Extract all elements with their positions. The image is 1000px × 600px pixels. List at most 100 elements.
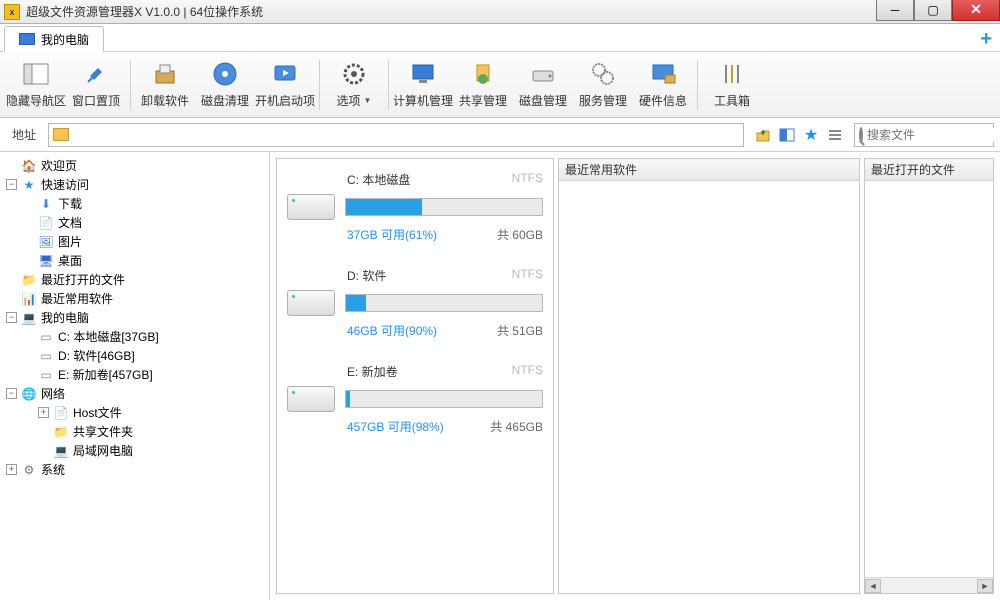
drive-total: 共 60GB xyxy=(497,226,543,243)
tree-quick-access[interactable]: −★快速访问 xyxy=(2,175,267,194)
drive-icon xyxy=(287,386,335,412)
tree-shares[interactable]: 📁共享文件夹 xyxy=(2,422,267,441)
folder-icon xyxy=(53,128,69,141)
app-icon: x xyxy=(4,4,20,20)
pin-window-button[interactable]: 窗口置顶 xyxy=(66,55,126,115)
drive-free: 37GB 可用(61%) xyxy=(347,226,437,243)
gear-icon xyxy=(340,60,368,88)
main-area: 🏠欢迎页 −★快速访问 ⬇下载 📄文档 🖼图片 🖥桌面 📁最近打开的文件 📊最近… xyxy=(0,152,1000,600)
toolbox-button[interactable]: 工具箱 xyxy=(702,55,762,115)
horizontal-scrollbar[interactable]: ◄ ► xyxy=(865,577,993,593)
maximize-button[interactable]: ▢ xyxy=(914,0,952,21)
drive-icon xyxy=(287,194,335,220)
drive-fs: NTFS xyxy=(512,363,543,380)
separator xyxy=(388,60,389,110)
disk-clean-button[interactable]: 磁盘清理 xyxy=(195,55,255,115)
tree-recent-files[interactable]: 📁最近打开的文件 xyxy=(2,270,267,289)
drive-fs: NTFS xyxy=(512,267,543,284)
startup-button[interactable]: 开机启动项 xyxy=(255,55,315,115)
drive-item[interactable]: D: 软件 NTFS 46GB 可用(90%) 共 51GB xyxy=(287,267,543,339)
share-mgmt-button[interactable]: 共享管理 xyxy=(453,55,513,115)
hardware-info-button[interactable]: 硬件信息 xyxy=(633,55,693,115)
tree-downloads[interactable]: ⬇下载 xyxy=(2,194,267,213)
separator xyxy=(130,60,131,110)
computer-icon xyxy=(19,33,35,45)
drive-item[interactable]: C: 本地磁盘 NTFS 37GB 可用(61%) 共 60GB xyxy=(287,171,543,243)
drive-usage-bar xyxy=(345,198,543,216)
service-mgmt-button[interactable]: 服务管理 xyxy=(573,55,633,115)
separator xyxy=(319,60,320,110)
panel-header: 最近打开的文件 xyxy=(865,159,993,181)
drive-usage-bar xyxy=(345,390,543,408)
tree-drive-c[interactable]: ▭C: 本地磁盘[37GB] xyxy=(2,327,267,346)
recent-files-panel: 最近打开的文件 ◄ ► xyxy=(864,158,994,594)
scroll-right-button[interactable]: ► xyxy=(977,579,993,593)
tree-lan[interactable]: 💻局域网电脑 xyxy=(2,441,267,460)
drive-name: D: 软件 xyxy=(347,267,386,284)
window-controls: ─ ▢ ✕ xyxy=(876,0,1000,21)
disk-mgmt-button[interactable]: 磁盘管理 xyxy=(513,55,573,115)
tree-system[interactable]: +⚙系统 xyxy=(2,460,267,479)
toolbar: 隐藏导航区 窗口置顶 卸载软件 磁盘清理 开机启动项 选项▼ 计算机管理 共享管… xyxy=(0,52,1000,118)
content-area: C: 本地磁盘 NTFS 37GB 可用(61%) 共 60GB D: 软件 NTFS… xyxy=(270,152,1000,600)
tree-documents[interactable]: 📄文档 xyxy=(2,213,267,232)
drive-icon xyxy=(287,290,335,316)
title-bar: x 超级文件资源管理器X V1.0.0 | 64位操作系统 ─ ▢ ✕ xyxy=(0,0,1000,24)
disk-clean-icon xyxy=(211,60,239,88)
address-label: 地址 xyxy=(6,126,42,143)
recent-software-panel: 最近常用软件 xyxy=(558,158,860,594)
drive-free: 46GB 可用(90%) xyxy=(347,322,437,339)
uninstall-icon xyxy=(151,60,179,88)
hide-nav-button[interactable]: 隐藏导航区 xyxy=(6,55,66,115)
tools-icon xyxy=(718,60,746,88)
tree-welcome[interactable]: 🏠欢迎页 xyxy=(2,156,267,175)
drive-item[interactable]: E: 新加卷NTFS 457GB 可用(98%)共 465GB xyxy=(287,363,543,435)
tree-network[interactable]: −🌐网络 xyxy=(2,384,267,403)
scroll-left-button[interactable]: ◄ xyxy=(865,579,881,593)
up-folder-icon[interactable] xyxy=(754,126,772,144)
options-button[interactable]: 选项▼ xyxy=(324,55,384,115)
close-button[interactable]: ✕ xyxy=(952,0,1000,21)
tree-desktop[interactable]: 🖥桌面 xyxy=(2,251,267,270)
panel-icon xyxy=(22,60,50,88)
tree-drive-e[interactable]: ▭E: 新加卷[457GB] xyxy=(2,365,267,384)
uninstall-button[interactable]: 卸载软件 xyxy=(135,55,195,115)
search-box[interactable]: × xyxy=(854,123,994,147)
drive-fs: NTFS xyxy=(512,171,543,188)
drive-free: 457GB 可用(98%) xyxy=(347,418,444,435)
tab-my-computer[interactable]: 我的电脑 xyxy=(4,26,104,52)
window-title: 超级文件资源管理器X V1.0.0 | 64位操作系统 xyxy=(26,3,263,20)
address-tools: ★ xyxy=(750,126,848,144)
drive-name: C: 本地磁盘 xyxy=(347,171,410,188)
disk-icon xyxy=(529,60,557,88)
minimize-button[interactable]: ─ xyxy=(876,0,914,21)
tree-hosts[interactable]: +📄Host文件 xyxy=(2,403,267,422)
tree-pictures[interactable]: 🖼图片 xyxy=(2,232,267,251)
files-body: ◄ ► xyxy=(865,181,993,593)
drive-usage-bar xyxy=(345,294,543,312)
drive-total: 共 51GB xyxy=(497,322,543,339)
computer-mgmt-button[interactable]: 计算机管理 xyxy=(393,55,453,115)
pin-icon xyxy=(82,60,110,88)
separator xyxy=(697,60,698,110)
split-view-icon[interactable] xyxy=(778,126,796,144)
search-input[interactable] xyxy=(867,128,1000,142)
address-input[interactable] xyxy=(48,123,744,147)
address-bar: 地址 ★ × xyxy=(0,118,1000,152)
tree-drive-d[interactable]: ▭D: 软件[46GB] xyxy=(2,346,267,365)
panel-header: 最近常用软件 xyxy=(559,159,859,181)
tab-label: 我的电脑 xyxy=(41,31,89,48)
chevron-down-icon: ▼ xyxy=(364,96,372,105)
nav-tree: 🏠欢迎页 −★快速访问 ⬇下载 📄文档 🖼图片 🖥桌面 📁最近打开的文件 📊最近… xyxy=(0,152,270,600)
search-icon xyxy=(859,127,863,143)
tab-bar: 我的电脑 + xyxy=(0,24,1000,52)
tree-my-computer[interactable]: −💻我的电脑 xyxy=(2,308,267,327)
startup-icon xyxy=(271,60,299,88)
favorite-icon[interactable]: ★ xyxy=(802,126,820,144)
new-tab-button[interactable]: + xyxy=(980,28,992,51)
menu-icon[interactable] xyxy=(826,126,844,144)
share-icon xyxy=(469,60,497,88)
tree-recent-software[interactable]: 📊最近常用软件 xyxy=(2,289,267,308)
drives-panel: C: 本地磁盘 NTFS 37GB 可用(61%) 共 60GB D: 软件 NTFS… xyxy=(276,158,554,594)
drive-total: 共 465GB xyxy=(490,418,543,435)
